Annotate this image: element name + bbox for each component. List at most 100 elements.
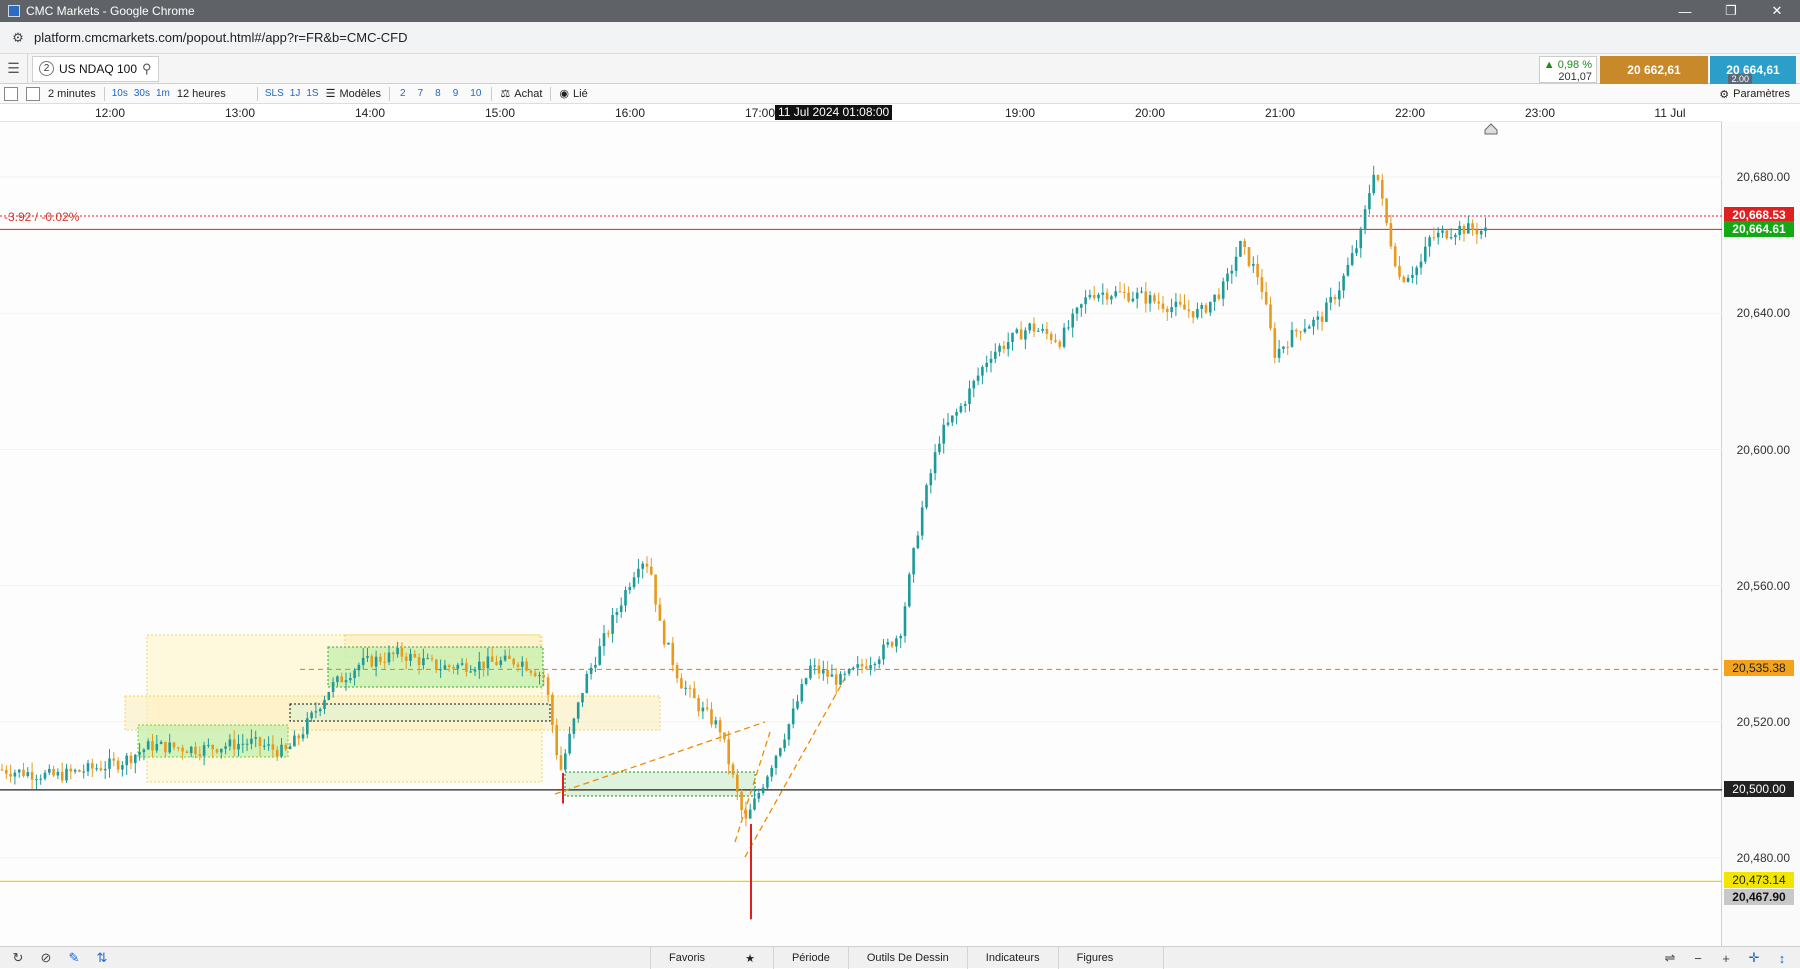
candlestick-chart[interactable]: [0, 122, 1722, 946]
bear-candle: [1187, 309, 1191, 312]
bear-candle: [185, 751, 189, 754]
bull-candle: [39, 778, 42, 780]
tab-indicators[interactable]: Indicateurs: [966, 947, 1058, 969]
quick-range-sls[interactable]: SLS: [262, 88, 287, 99]
linked-button[interactable]: ◉ Lié: [555, 84, 591, 104]
window-title: CMC Markets - Google Chrome: [26, 4, 195, 18]
restore-icon[interactable]: ❐: [1708, 0, 1754, 22]
bear-candle: [232, 739, 236, 750]
models-button[interactable]: ☰ Modèles: [322, 84, 385, 104]
bear-candle: [860, 664, 864, 667]
bull-candle: [804, 678, 808, 685]
model-slot-9[interactable]: 9: [447, 88, 465, 99]
crosshair-icon[interactable]: ✛: [1746, 950, 1762, 966]
bear-candle: [1157, 301, 1160, 304]
model-slot-7[interactable]: 7: [412, 88, 430, 99]
tab-figures[interactable]: Figures: [1057, 947, 1165, 969]
bull-candle: [521, 661, 524, 667]
instrument-tab[interactable]: 2 US NDAQ 100 ⚲: [32, 55, 159, 82]
bull-candle: [882, 644, 885, 660]
interval-select[interactable]: 2 minutes: [44, 84, 100, 104]
bear-candle: [1475, 229, 1479, 235]
buy-mode-button[interactable]: ⚖ Achat: [496, 84, 546, 104]
bull-candle: [624, 590, 627, 606]
buy-price-button[interactable]: 20 664,61: [1710, 56, 1796, 84]
bull-candle: [48, 768, 51, 773]
price-axis[interactable]: 20,680.00 20,640.00 20,600.00 20,560.00 …: [1722, 122, 1800, 946]
bull-candle: [1329, 296, 1332, 303]
bull-candle: [344, 680, 348, 683]
bear-candle: [727, 739, 730, 765]
model-slot-2[interactable]: 2: [394, 88, 412, 99]
window-titlebar: CMC Markets - Google Chrome — ❐ ✕: [0, 0, 1800, 22]
bear-candle: [1183, 304, 1186, 310]
model-slot-8[interactable]: 8: [429, 88, 447, 99]
zoom-out-icon[interactable]: −: [1690, 950, 1706, 966]
bear-candle: [1376, 174, 1380, 180]
bear-candle: [1381, 179, 1384, 199]
bear-candle: [658, 604, 662, 621]
model-slot-10[interactable]: 10: [464, 88, 487, 99]
swap-arrows-icon[interactable]: ⇅: [94, 950, 110, 966]
bull-candle: [1230, 270, 1234, 274]
bull-candle: [1312, 319, 1315, 327]
bear-candle: [392, 652, 395, 655]
quick-range-1s[interactable]: 1S: [303, 88, 321, 99]
bear-candle: [258, 737, 262, 746]
bull-candle: [1303, 328, 1307, 332]
time-tick: 16:00: [614, 106, 646, 120]
bull-candle: [228, 739, 232, 747]
bear-candle: [413, 653, 417, 658]
site-settings-icon[interactable]: ⚙: [10, 30, 26, 46]
quick-interval-30s[interactable]: 30s: [131, 88, 153, 99]
bull-candle: [951, 415, 954, 423]
bull-candle: [641, 563, 644, 569]
time-tick: 21:00: [1264, 106, 1296, 120]
fit-vertical-icon[interactable]: ↕: [1774, 950, 1790, 966]
settings-button[interactable]: ⚙ Paramètres: [1719, 84, 1790, 104]
sell-price-button[interactable]: 20 662,61: [1600, 56, 1708, 84]
hamburger-menu-icon[interactable]: ☰: [0, 53, 28, 84]
minimize-icon[interactable]: —: [1662, 0, 1708, 22]
bull-candle: [1372, 174, 1375, 194]
bear-candle: [22, 769, 25, 776]
chart-list-icon[interactable]: [4, 86, 18, 101]
quick-range-1j[interactable]: 1J: [287, 88, 304, 99]
quick-interval-10s[interactable]: 10s: [109, 88, 131, 99]
time-tick: 22:00: [1394, 106, 1426, 120]
bull-candle: [576, 702, 580, 719]
tab-drawing-tools[interactable]: Outils De Dessin: [847, 947, 967, 969]
block-icon[interactable]: ⊘: [38, 950, 54, 966]
bull-candle: [787, 724, 791, 740]
bull-candle: [237, 743, 240, 750]
dark-zone: [289, 703, 551, 722]
bull-candle: [409, 653, 412, 661]
toolbar-divider: [256, 86, 258, 101]
bear-candle: [78, 769, 81, 772]
favorites-label: Favoris: [669, 952, 706, 964]
bull-candle: [108, 758, 111, 769]
time-tick: 11 Jul: [1654, 106, 1686, 120]
chart-canvas[interactable]: -3.92 / -0.02%: [0, 122, 1722, 946]
zoom-in-icon[interactable]: +: [1718, 950, 1734, 966]
bull-candle: [1024, 330, 1027, 340]
quick-interval-1m[interactable]: 1m: [153, 88, 173, 99]
range-select[interactable]: 12 heures: [173, 84, 253, 104]
bull-candle: [460, 663, 464, 665]
pencil-icon[interactable]: ✎: [66, 950, 82, 966]
bull-candle: [912, 548, 915, 575]
star-icon: ★: [745, 952, 755, 965]
url-text[interactable]: platform.cmcmarkets.com/popout.html#/app…: [34, 30, 408, 45]
search-icon[interactable]: ⚲: [142, 61, 152, 77]
compare-icon[interactable]: ⇌: [1662, 950, 1678, 966]
bull-candle: [189, 746, 193, 754]
close-icon[interactable]: ✕: [1754, 0, 1800, 22]
bull-candle: [439, 669, 442, 671]
bull-candle: [895, 638, 898, 647]
tab-period[interactable]: Période: [772, 947, 848, 969]
bull-candle: [1458, 225, 1461, 235]
tab-favorites[interactable]: Favoris ★: [650, 947, 773, 969]
refresh-icon[interactable]: ↻: [10, 950, 26, 966]
layout-grid-icon[interactable]: [26, 86, 40, 101]
bull-candle: [1196, 308, 1199, 318]
